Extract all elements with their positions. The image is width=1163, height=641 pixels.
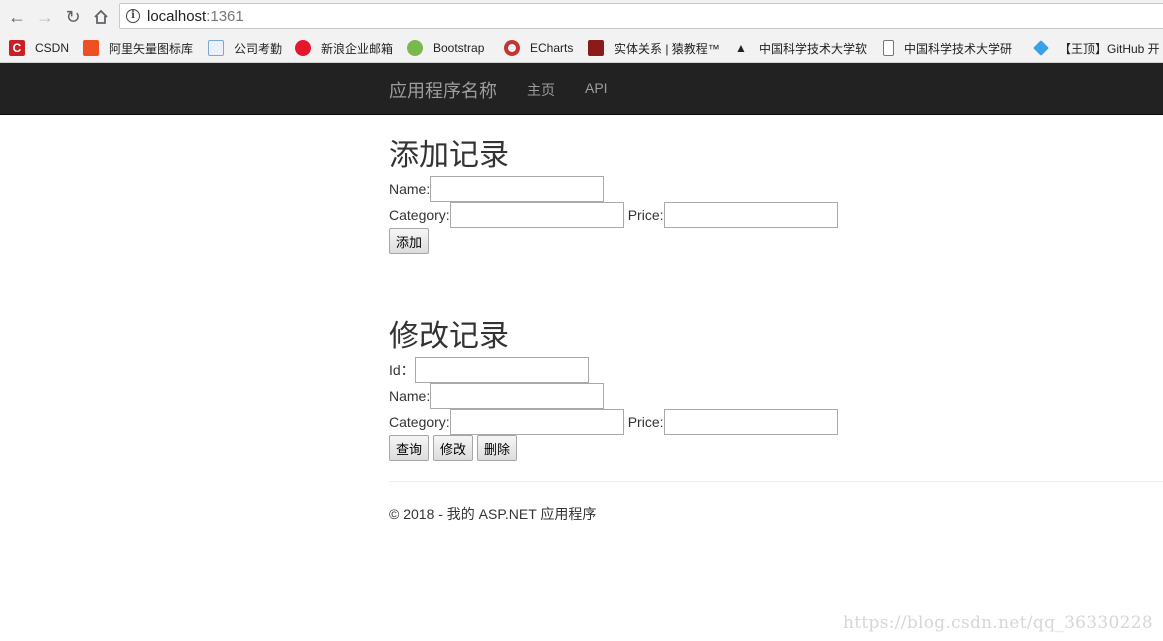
- bookmarks-bar: C CSDN 阿里矢量图标库 公司考勤 新浪企业邮箱 Bootstrap ECh…: [0, 34, 1163, 63]
- bookmark-label: 中国科学技术大学软: [759, 41, 868, 56]
- add-price-input[interactable]: [663, 202, 838, 228]
- graduation-cap-icon: ▲: [735, 41, 747, 55]
- yuan-icon: [588, 40, 604, 56]
- weibo-icon: [295, 40, 311, 56]
- add-category-input[interactable]: [449, 202, 624, 228]
- bookmark-label: 实体关系 | 猿教程™: [614, 41, 720, 56]
- bookmark-label: 新浪企业邮箱: [321, 41, 394, 56]
- add-name-input[interactable]: [430, 176, 605, 202]
- reload-icon[interactable]: ↻: [61, 5, 85, 29]
- edit-name-input[interactable]: [430, 383, 605, 409]
- bookmark-label: 阿里矢量图标库: [109, 41, 194, 56]
- edit-name-row: Name:: [389, 383, 605, 409]
- url-port: :1361: [206, 8, 244, 25]
- bookmark-attendance[interactable]: 公司考勤: [208, 39, 282, 57]
- back-arrow-icon[interactable]: ←: [5, 5, 29, 29]
- bookmark-yuan-tutorial[interactable]: 实体关系 | 猿教程™: [588, 39, 720, 57]
- bookmark-csdn[interactable]: C CSDN: [9, 39, 69, 57]
- iconfont-icon: [83, 40, 99, 56]
- edit-actions-row: 查询 修改 删除: [389, 435, 521, 461]
- address-bar[interactable]: i localhost:1361: [119, 3, 1163, 29]
- bookmark-label: 公司考勤: [234, 41, 283, 56]
- add-category-price-row: Category: Price:: [389, 202, 838, 228]
- watermark: https://blog.csdn.net/qq_36330228: [843, 613, 1153, 633]
- add-name-label: Name:: [389, 181, 431, 197]
- forward-arrow-icon[interactable]: →: [33, 5, 57, 29]
- query-button[interactable]: 查询: [389, 435, 430, 461]
- edit-name-label: Name:: [389, 388, 431, 404]
- page-icon: [208, 40, 224, 56]
- info-icon[interactable]: i: [126, 9, 140, 23]
- footer-text: © 2018 - 我的 ASP.NET 应用程序: [389, 506, 597, 522]
- delete-button[interactable]: 删除: [477, 435, 518, 461]
- edit-price-input[interactable]: [663, 409, 838, 435]
- blank-page-icon: [883, 40, 894, 56]
- brand-link[interactable]: 应用程序名称: [389, 77, 497, 103]
- bookmark-ustc-graduate[interactable]: 中国科学技术大学研: [883, 39, 1012, 57]
- bookmark-label: Bootstrap: [433, 41, 485, 55]
- add-section-title: 添加记录: [389, 139, 509, 172]
- home-icon[interactable]: [89, 5, 113, 29]
- bookmark-iconfont[interactable]: 阿里矢量图标库: [83, 39, 193, 57]
- echarts-icon: [504, 40, 520, 56]
- bookmark-bootstrap[interactable]: Bootstrap: [407, 39, 484, 57]
- bookmark-ustc-software[interactable]: ▲ 中国科学技术大学软: [733, 39, 867, 57]
- add-actions-row: 添加: [389, 228, 433, 254]
- bookmark-label: ECharts: [530, 41, 574, 55]
- bookmark-label: CSDN: [35, 41, 70, 55]
- bookmark-label: 中国科学技术大学研: [904, 41, 1013, 56]
- edit-id-label: Id：: [389, 362, 415, 378]
- edit-section-title: 修改记录: [389, 320, 509, 353]
- edit-id-input[interactable]: [414, 357, 589, 383]
- update-button[interactable]: 修改: [433, 435, 474, 461]
- edit-category-label: Category:: [389, 414, 450, 430]
- bookmark-echarts[interactable]: ECharts: [504, 39, 573, 57]
- edit-price-label: Price:: [627, 414, 664, 430]
- add-category-label: Category:: [389, 207, 450, 223]
- bookmark-label: 【王顶】GitHub 开: [1059, 41, 1160, 56]
- csdn-icon: C: [9, 40, 25, 56]
- add-button[interactable]: 添加: [389, 228, 430, 254]
- add-name-row: Name:: [389, 176, 605, 202]
- edit-category-price-row: Category: Price:: [389, 409, 838, 435]
- browser-toolbar: ← → ↻ i localhost:1361: [0, 0, 1163, 34]
- edit-category-input[interactable]: [449, 409, 624, 435]
- add-price-label: Price:: [627, 207, 664, 223]
- edit-id-row: Id：: [389, 357, 589, 383]
- bookmark-sina-mail[interactable]: 新浪企业邮箱: [295, 39, 393, 57]
- bookmark-github[interactable]: 【王顶】GitHub 开: [1033, 39, 1160, 57]
- nav-link-home[interactable]: 主页: [527, 80, 555, 100]
- url-host: localhost: [147, 8, 207, 25]
- url-text: localhost:1361: [147, 8, 244, 25]
- navbar: 应用程序名称 主页 API: [0, 63, 1163, 115]
- nav-link-api[interactable]: API: [585, 80, 608, 96]
- bootstrap-icon: [407, 40, 423, 56]
- footer-divider: [389, 481, 1163, 482]
- diamond-icon: [1033, 40, 1049, 56]
